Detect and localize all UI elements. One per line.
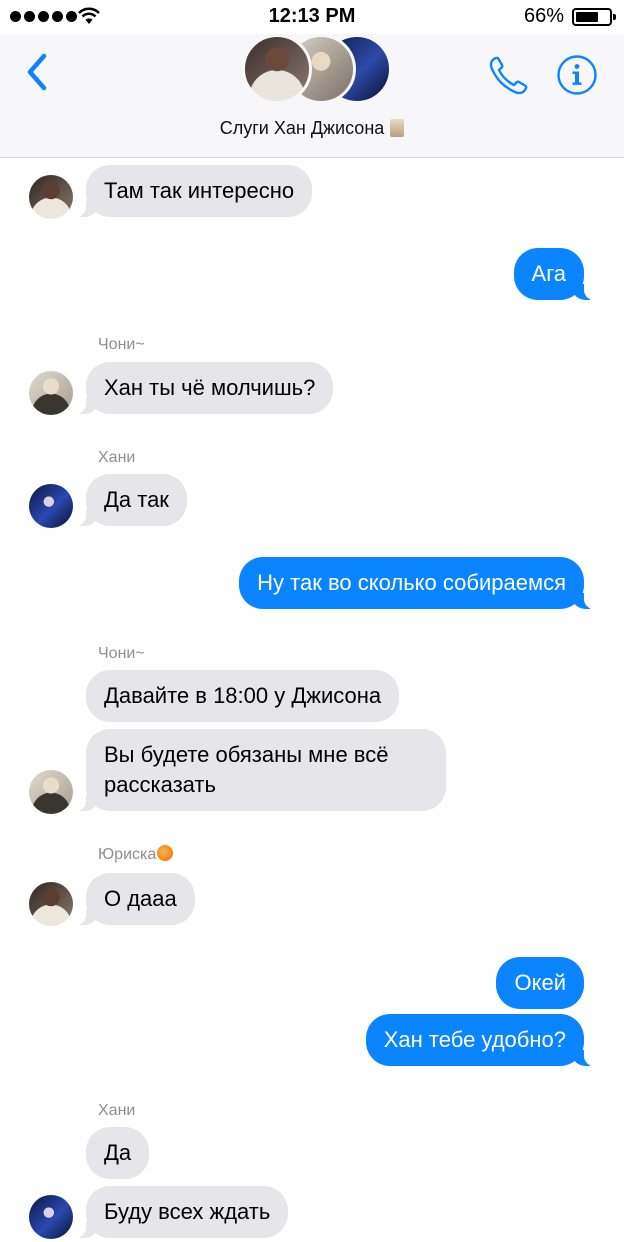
avatar [29, 484, 73, 528]
status-bar: 12:13 PM 66% [0, 0, 624, 34]
message-text: Да [104, 1140, 132, 1165]
chevron-left-icon[interactable] [20, 50, 54, 94]
phone-icon[interactable] [486, 54, 530, 98]
message-bubble[interactable]: Хан тебе удобно? [365, 1014, 597, 1066]
conversation-header: Слуги Хан Джисона [0, 34, 624, 158]
message-bubble[interactable]: Ну так во сколько собираемся [239, 557, 596, 609]
message-text: Давайте в 18:00 у Джисона [104, 683, 382, 708]
message-bubble[interactable]: Окей [496, 957, 584, 1009]
message-text: Вы будете обязаны мне всё рассказать [104, 742, 389, 797]
sender-name-text: Юриска [98, 846, 157, 863]
avatar [29, 175, 73, 219]
battery-percent: 66% [523, 5, 564, 27]
message-text: Да так [104, 487, 169, 512]
message-text: О дааа [104, 886, 177, 911]
message-text: Там так интересно [104, 178, 295, 203]
sender-name: Хани [98, 449, 136, 466]
message-bubble[interactable]: Вы будете обязаны мне всё рассказать [74, 729, 446, 811]
message-text: Ну так во сколько собираемся [257, 570, 566, 595]
avatar [29, 371, 73, 415]
avatar [29, 882, 73, 926]
battery-icon [572, 8, 616, 26]
group-name-text: Слуги Хан Джисона [219, 118, 385, 138]
message-bubble[interactable]: Да так [74, 474, 187, 526]
sender-name: Юриска [98, 845, 174, 864]
message-bubble[interactable]: Давайте в 18:00 у Джисона [86, 670, 400, 722]
avatar [29, 1195, 73, 1239]
card-emoji-icon [390, 119, 405, 137]
message-text: Ага [531, 261, 566, 286]
message-text: Хан тебе удобно? [383, 1027, 566, 1052]
message-bubble[interactable]: Там так интересно [73, 165, 313, 217]
message-text: Окей [514, 970, 566, 995]
avatar [29, 770, 73, 814]
message-text: Хан ты чё молчишь? [104, 375, 316, 400]
message-bubble[interactable]: Ага [513, 248, 597, 300]
message-bubble[interactable]: О дааа [74, 873, 195, 925]
message-bubble[interactable]: Да [86, 1127, 150, 1179]
group-title[interactable]: Слуги Хан Джисона [0, 118, 624, 139]
info-icon[interactable] [556, 54, 598, 96]
sender-name: Хани [98, 1102, 136, 1119]
message-bubble[interactable]: Хан ты чё молчишь? [73, 362, 334, 414]
orange-emoji-icon [157, 845, 174, 861]
avatar [242, 34, 312, 104]
sender-name: Чони~ [98, 336, 145, 353]
message-text: Буду всех ждать [104, 1199, 271, 1224]
message-bubble[interactable]: Буду всех ждать [73, 1186, 289, 1238]
sender-name: Чони~ [98, 645, 145, 662]
group-avatars[interactable] [240, 34, 392, 106]
